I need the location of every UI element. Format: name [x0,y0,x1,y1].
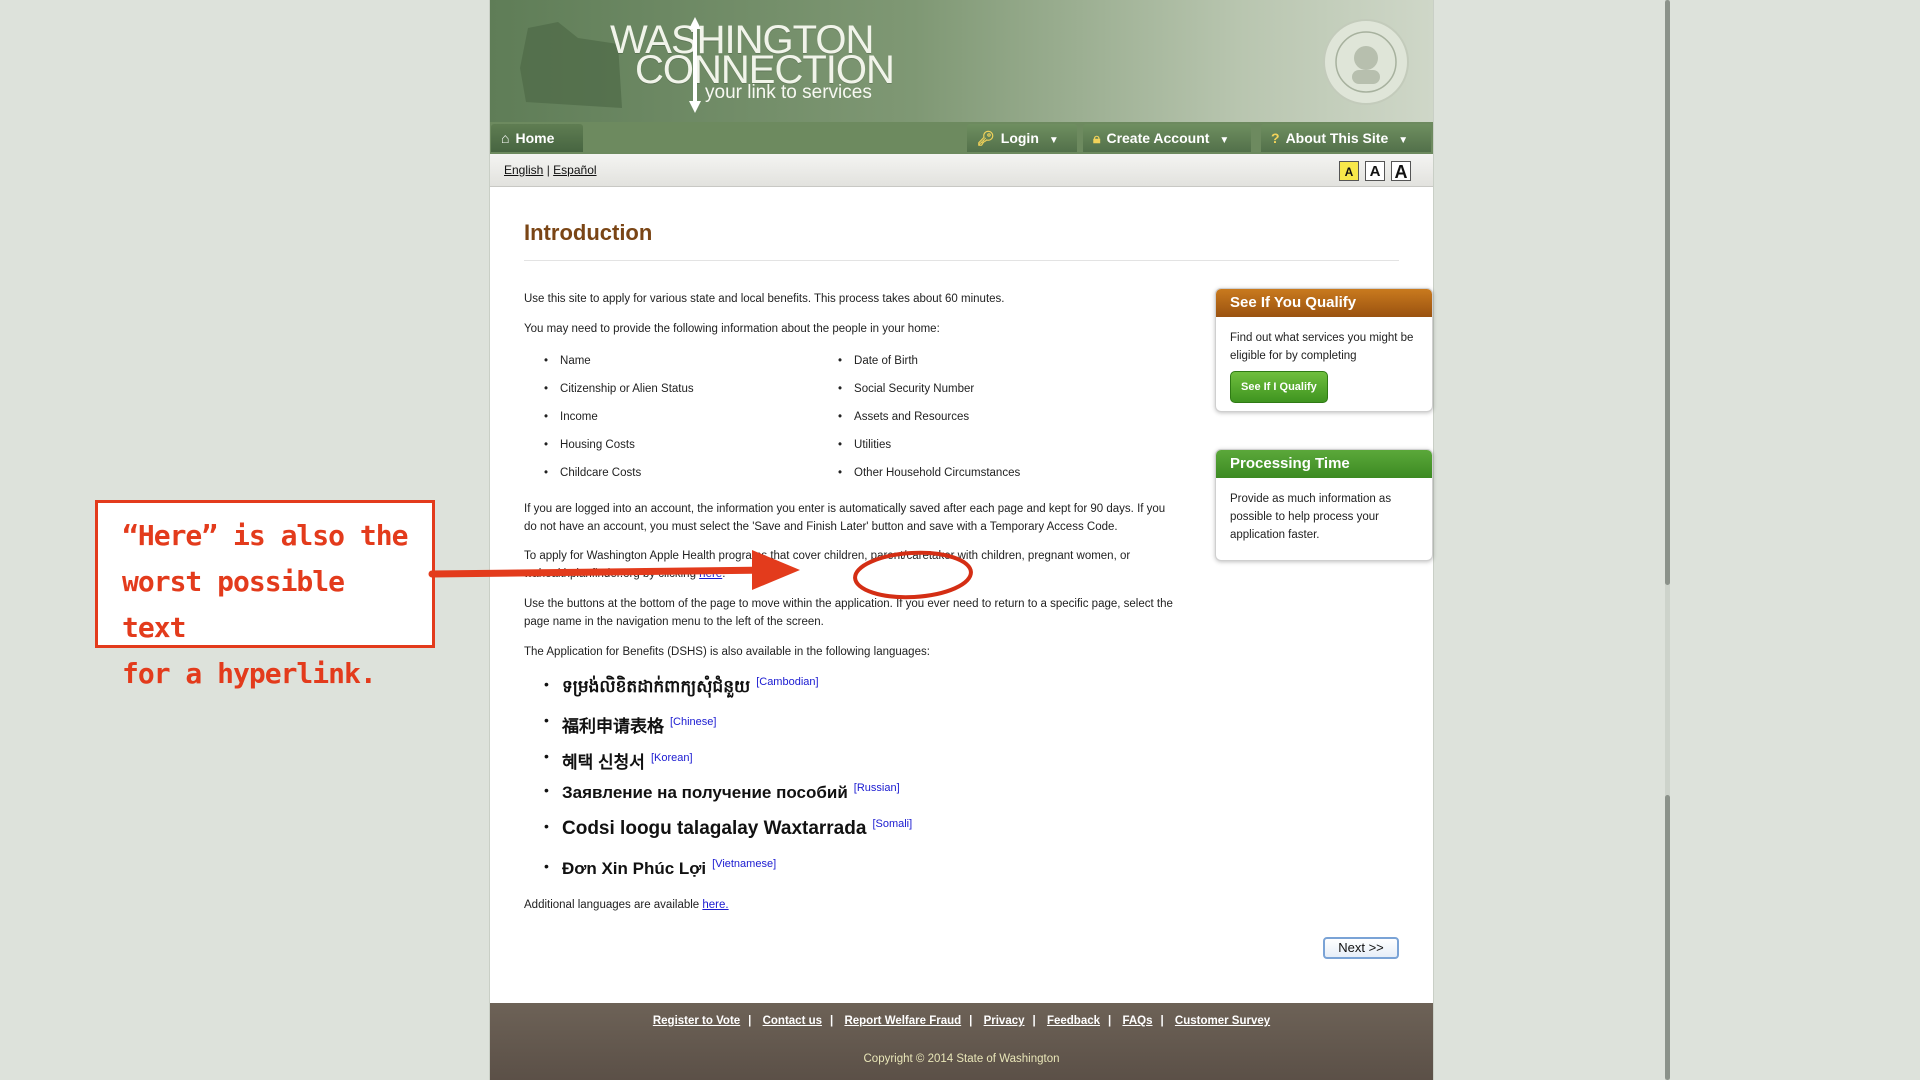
footer-link-report-welfare-fraud[interactable]: Report Welfare Fraud [844,1015,961,1027]
site-footer: Register to Vote | Contact us | Report Wel… [490,1003,1433,1080]
nav-login-label: Login [1000,130,1039,146]
language-name: ទម្រង់លិខិតដាក់ពាក្យសុំជំនួយ [562,677,751,696]
site-banner: WASHINGTON CONNECTION your link to servi… [490,0,1433,122]
home-icon: ⌂ [501,130,510,146]
copyright-text: Copyright © 2014 State of Washington [863,1053,1060,1065]
list-item: Assets and Resources [838,411,1020,439]
intro-paragraph-6: The Application for Benefits (DSHS) is a… [524,646,930,658]
nav-create-account[interactable]: 🔒︎ Create Account ▼ [1083,124,1251,152]
nav-home[interactable]: ⌂ Home [491,124,583,152]
nav-about-label: About This Site [1285,130,1389,146]
footer-link-contact-us[interactable]: Contact us [763,1015,822,1027]
language-link-korean[interactable]: [Korean] [651,752,693,764]
intro-paragraph-4: To apply for Washington Apple Health pro… [524,550,1131,580]
additional-languages: Additional languages are available here. [524,896,1174,914]
language-item-cambodian: ទម្រង់លិខិតដាក់ពាក្យសុំជំនួយ [Cambodian] [544,676,819,701]
espanol-link[interactable]: Español [553,163,596,177]
list-item: Date of Birth [838,355,1020,383]
page-container: WASHINGTON CONNECTION your link to servi… [489,0,1434,1080]
qualify-box-title: See If You Qualify [1216,289,1432,317]
qualify-box-text: Find out what services you might be elig… [1230,332,1414,362]
language-item-vietnamese: Đơn Xin Phúc Lợi [Vietnamese] [544,858,776,879]
annotation-callout: “Here” is also the worst possible text f… [95,500,435,690]
nav-login[interactable]: 🔑︎ Login ▼ [967,124,1077,152]
language-name: Đơn Xin Phúc Lợi [562,858,707,878]
language-link-russian[interactable]: [Russian] [854,782,900,794]
list-item: Income [544,411,694,439]
logo-tagline: your link to services [705,82,872,103]
annotation-text: “Here” is also the worst possible text f… [122,513,422,697]
list-item: Citizenship or Alien Status [544,383,694,411]
next-button[interactable]: Next >> [1323,937,1399,959]
list-item: Childcare Costs [544,467,694,495]
footer-link-customer-survey[interactable]: Customer Survey [1175,1015,1270,1027]
additional-languages-text: Additional languages are available [524,899,700,911]
lock-icon: 🔒︎ [1093,130,1101,146]
list-item: Social Security Number [838,383,1020,411]
intro-paragraph-5: Use the buttons at the bottom of the pag… [524,598,1173,628]
language-link-cambodian[interactable]: [Cambodian] [756,676,818,688]
intro-paragraph-3: If you are logged into an account, the i… [524,503,1166,533]
here-link[interactable]: here [699,568,722,580]
intro-paragraph-2: You may need to provide the following in… [524,323,940,335]
footer-link-register-to-vote[interactable]: Register to Vote [653,1015,740,1027]
language-item-somali: Codsi loogu talagalay Waxtarrada [Somali] [544,818,912,840]
lang-separator: | [546,163,550,177]
additional-languages-link[interactable]: here. [702,899,728,911]
scrollbar-thumb-secondary[interactable] [1665,795,1670,1080]
processing-box-text: Provide as much information as possible … [1230,493,1392,541]
chevron-down-icon: ▼ [1048,135,1059,146]
text-size-medium-button[interactable]: A [1365,161,1385,181]
text-size-large-button[interactable]: A [1391,161,1411,182]
language-item-korean: 혜택 신청서 [Korean] [544,748,693,773]
planfinder-text: wahealthplanfinder.org by clicking [524,568,696,580]
info-list-right: Date of Birth Social Security Number Ass… [838,355,1020,495]
nav-home-label: Home [515,130,555,146]
apple-health-text: To apply for Washington Apple Health pro… [524,550,1131,562]
list-item: Other Household Circumstances [838,467,1020,495]
footer-link-feedback[interactable]: Feedback [1047,1015,1100,1027]
english-link[interactable]: English [504,163,543,177]
language-bar: English | Español A A A [490,154,1433,187]
footer-link-faqs[interactable]: FAQs [1122,1015,1152,1027]
scrollbar-thumb[interactable] [1665,0,1670,585]
page-title: Introduction [524,220,653,245]
language-item-russian: Заявление на получение пособий [Russian] [544,782,900,803]
language-link-vietnamese[interactable]: [Vietnamese] [712,858,776,870]
question-icon: ? [1271,130,1280,146]
logo-arrow-icon [689,17,701,113]
footer-link-privacy[interactable]: Privacy [984,1015,1025,1027]
state-seal-icon [1323,19,1409,105]
intro-paragraph-1: Use this site to apply for various state… [524,293,1005,305]
list-item: Housing Costs [544,439,694,467]
processing-box: Processing Time Provide as much informat… [1215,449,1433,561]
main-navbar: ⌂ Home 🔑︎ Login ▼ 🔒︎ Create Account ▼ ? About … [490,122,1433,154]
nav-create-account-label: Create Account [1106,130,1210,146]
language-link-chinese[interactable]: [Chinese] [670,716,716,728]
qualify-box: See If You Qualify Find out what service… [1215,288,1433,412]
nav-about[interactable]: ? About This Site ▼ [1261,124,1431,152]
language-item-chinese: 福利申请表格 [Chinese] [544,712,716,737]
title-divider [524,260,1399,261]
language-name: Заявление на получение пособий [562,782,848,802]
see-if-i-qualify-button[interactable]: See If I Qualify [1230,371,1328,403]
key-icon: 🔑︎ [977,130,995,146]
language-name: 혜택 신청서 [562,753,645,772]
list-item: Utilities [838,439,1020,467]
info-list-left: Name Citizenship or Alien Status Income … [544,355,694,495]
language-name: 福利申请表格 [562,717,664,736]
footer-links: Register to Vote | Contact us | Report Wel… [652,1015,1271,1027]
processing-box-title: Processing Time [1216,450,1432,478]
text-size-small-button[interactable]: A [1339,161,1359,181]
chevron-down-icon: ▼ [1398,135,1409,146]
list-item: Name [544,355,694,383]
annotation-line: “Here” is also the [122,519,408,552]
annotation-line: worst possible text [122,565,345,644]
language-link-somali[interactable]: [Somali] [872,818,912,830]
language-name: Codsi loogu talagalay Waxtarrada [562,818,867,840]
chevron-down-icon: ▼ [1219,135,1230,146]
annotation-line: for a hyperlink. [122,657,377,690]
